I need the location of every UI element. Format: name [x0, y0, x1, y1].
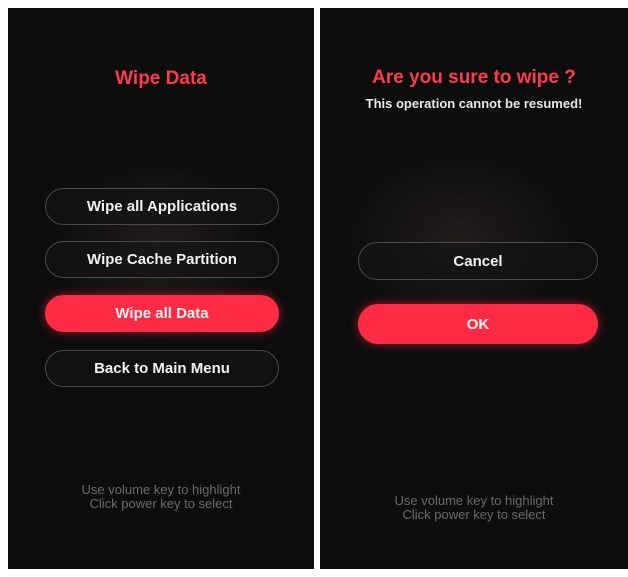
back-to-main-menu-button[interactable]: Back to Main Menu	[45, 350, 279, 387]
ok-label: OK	[466, 315, 490, 333]
hint-line-power: Click power key to select	[89, 496, 233, 511]
hint-line-volume: Use volume key to highlight	[81, 482, 241, 497]
confirm-wipe-warning: This operation cannot be resumed!	[365, 96, 583, 111]
confirm-wipe-screen: Are you sure to wipe ? This operation ca…	[320, 8, 628, 569]
confirm-wipe-title: Are you sure to wipe ?	[372, 67, 576, 88]
navigation-hint: Use volume key to highlight Click power …	[8, 483, 314, 511]
wipe-all-applications-label: Wipe all Applications	[86, 198, 238, 215]
wipe-data-title: Wipe Data	[115, 68, 207, 89]
wipe-all-applications-button[interactable]: Wipe all Applications	[45, 188, 279, 225]
hint-line-volume: Use volume key to highlight	[394, 493, 554, 508]
navigation-hint: Use volume key to highlight Click power …	[320, 494, 628, 522]
ok-button[interactable]: OK	[358, 304, 598, 344]
wipe-cache-partition-label: Wipe Cache Partition	[87, 251, 237, 268]
wipe-cache-partition-button[interactable]: Wipe Cache Partition	[45, 241, 279, 278]
wipe-all-data-button[interactable]: Wipe all Data	[45, 295, 279, 332]
cancel-label: Cancel	[453, 252, 503, 270]
cancel-button[interactable]: Cancel	[358, 242, 598, 280]
wipe-all-data-label: Wipe all Data	[115, 305, 209, 322]
hint-line-power: Click power key to select	[402, 507, 546, 522]
wipe-data-screen: Wipe Data Wipe all Applications Wipe Cac…	[8, 8, 314, 569]
back-to-main-menu-label: Back to Main Menu	[94, 360, 230, 377]
